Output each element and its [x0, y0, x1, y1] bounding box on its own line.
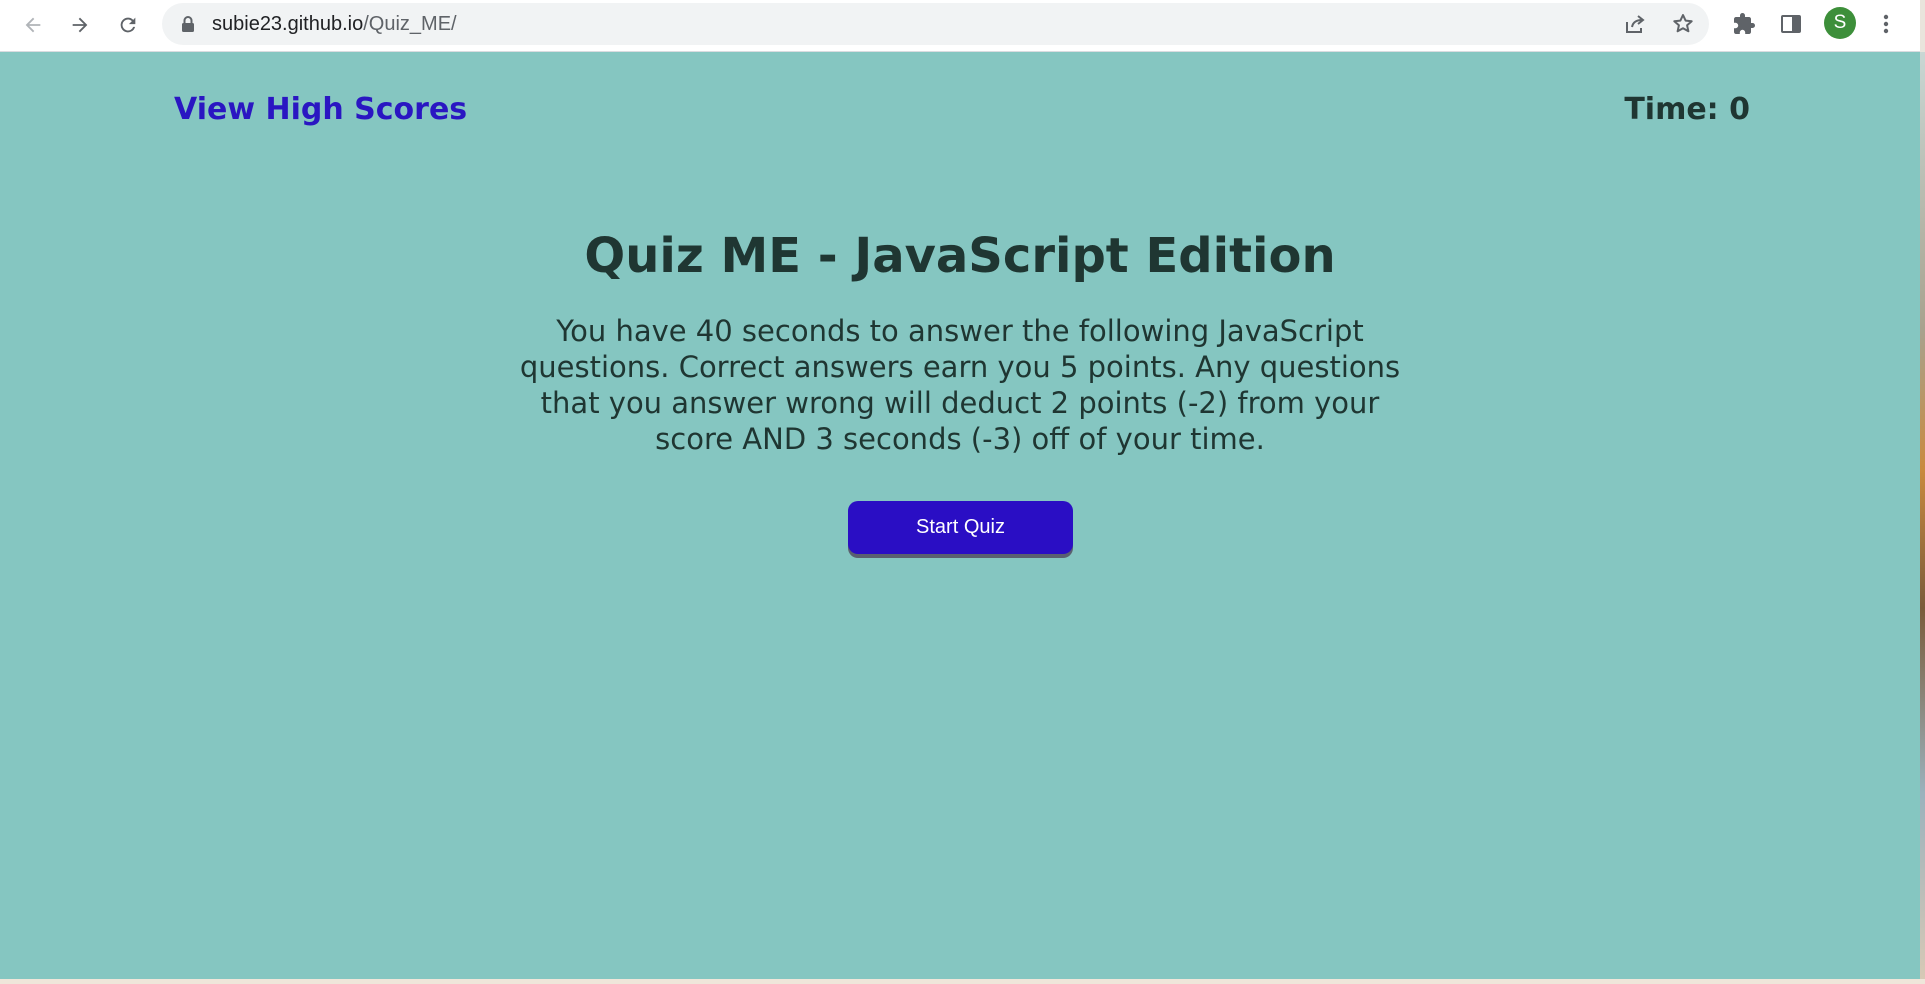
side-panel-icon[interactable]	[1777, 10, 1805, 38]
timer-display: Time: 0	[1624, 92, 1750, 127]
quiz-instructions: You have 40 seconds to answer the follow…	[519, 314, 1401, 456]
view-high-scores-link[interactable]: View High Scores	[174, 92, 467, 127]
profile-avatar[interactable]: S	[1824, 7, 1856, 39]
taskbar-edge	[0, 979, 1925, 984]
page-title: Quiz ME - JavaScript Edition	[584, 228, 1336, 284]
back-button[interactable]	[16, 8, 50, 42]
extensions-icon[interactable]	[1730, 10, 1758, 38]
url-host: subie23.github.io	[212, 13, 364, 35]
menu-icon[interactable]	[1872, 10, 1900, 38]
desktop-edge	[1920, 52, 1925, 979]
share-icon[interactable]	[1623, 12, 1647, 36]
back-icon	[25, 17, 41, 33]
reload-icon	[120, 17, 136, 33]
url-text[interactable]: subie23.github.io/Quiz_ME/	[212, 3, 457, 45]
url-path: /Quiz_ME/	[363, 13, 457, 35]
start-quiz-button[interactable]: Start Quiz	[848, 501, 1073, 554]
reload-button[interactable]	[111, 8, 145, 42]
bookmark-star-icon[interactable]	[1671, 12, 1695, 36]
browser-toolbar: subie23.github.io/Quiz_ME/ S	[0, 0, 1920, 52]
forward-icon	[72, 17, 88, 33]
forward-button[interactable]	[63, 8, 97, 42]
address-bar[interactable]: subie23.github.io/Quiz_ME/	[162, 3, 1709, 45]
lock-icon[interactable]	[180, 15, 196, 37]
